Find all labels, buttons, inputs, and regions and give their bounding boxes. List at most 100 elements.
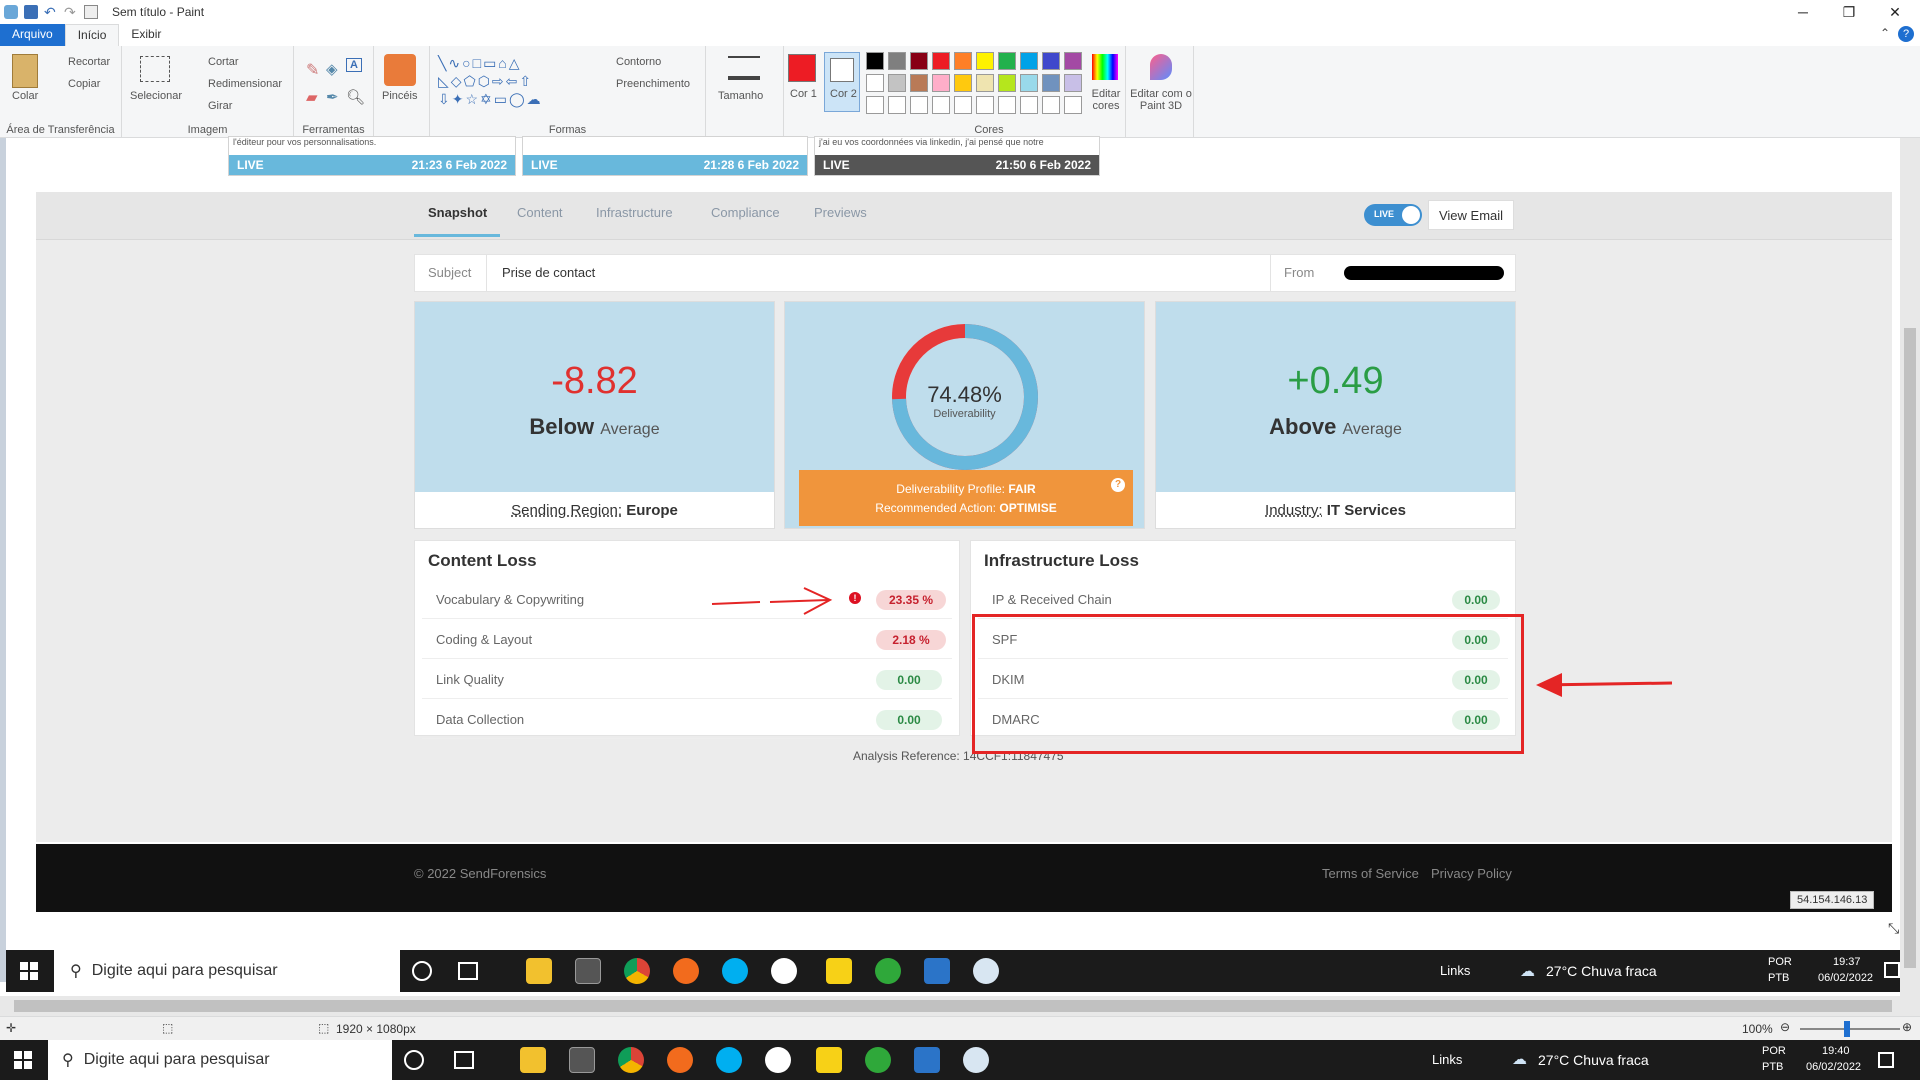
resize-handle-icon[interactable]: ⤡ xyxy=(1888,920,1899,937)
view-email-button[interactable]: View Email xyxy=(1428,200,1514,230)
palette-swatch[interactable] xyxy=(910,74,928,92)
utorrent-icon[interactable] xyxy=(865,1047,891,1073)
redo-icon[interactable]: ↷ xyxy=(64,5,78,19)
zoom-out-icon[interactable]: ⊖ xyxy=(1780,1020,1790,1034)
live-card[interactable]: l'éditeur pour vos personnalisations. LI… xyxy=(228,136,516,176)
paste-button[interactable]: Colar xyxy=(12,90,38,102)
restore-button[interactable]: ❐ xyxy=(1826,0,1872,24)
palette-swatch[interactable] xyxy=(976,52,994,70)
shapes-gallery[interactable]: ╲∿○□▭⌂△ ◺◇⬠⬡⇨⇦⇧ ⇩✦☆✡▭◯☁ xyxy=(438,54,588,110)
brush-icon[interactable] xyxy=(384,54,416,86)
inner-photos-icon[interactable] xyxy=(924,958,950,984)
tab-content[interactable]: Content xyxy=(517,205,563,220)
cut-button[interactable]: Recortar xyxy=(68,56,110,68)
palette-swatch-empty[interactable] xyxy=(866,96,884,114)
edit-colors-icon[interactable] xyxy=(1092,54,1118,80)
palette-swatch[interactable] xyxy=(1042,74,1060,92)
size-button[interactable]: Tamanho xyxy=(718,90,763,102)
magnifier-icon[interactable]: 🔍︎ xyxy=(346,88,365,106)
content-loss-row[interactable]: Data Collection xyxy=(422,700,952,739)
sticky-notes-icon[interactable] xyxy=(816,1047,842,1073)
notification-icon[interactable] xyxy=(1878,1052,1894,1068)
size-icon[interactable] xyxy=(728,56,760,80)
close-button[interactable]: ✕ xyxy=(1872,0,1918,24)
inner-search-box[interactable]: ⚲ Digite aqui para pesquisar xyxy=(54,950,400,992)
inner-date[interactable]: 06/02/2022 xyxy=(1818,972,1873,984)
inner-paint-icon[interactable] xyxy=(973,958,999,984)
palette-swatch-empty[interactable] xyxy=(910,96,928,114)
collapse-ribbon-icon[interactable]: ⌃ xyxy=(1880,26,1890,40)
palette-swatch[interactable] xyxy=(976,74,994,92)
content-loss-row[interactable]: Vocabulary & Copywriting xyxy=(422,580,952,619)
paint-icon[interactable] xyxy=(963,1047,989,1073)
inner-kbd[interactable]: PTB xyxy=(1768,972,1789,984)
inner-avast-icon[interactable] xyxy=(673,958,699,984)
vertical-scroll-thumb[interactable] xyxy=(1904,328,1916,968)
text-icon[interactable]: A xyxy=(346,58,362,72)
palette-swatch[interactable] xyxy=(1064,52,1082,70)
outline-button[interactable]: Contorno xyxy=(616,56,661,68)
terms-link[interactable]: Terms of Service xyxy=(1322,866,1419,881)
taskview-icon[interactable] xyxy=(454,1051,474,1069)
palette-swatch[interactable] xyxy=(998,74,1016,92)
inner-links-label[interactable]: Links xyxy=(1440,963,1470,978)
resize-button[interactable]: Redimensionar xyxy=(208,78,282,90)
paste-icon[interactable] xyxy=(12,54,38,88)
info-icon[interactable]: ? xyxy=(1111,478,1125,492)
paint3d-icon[interactable] xyxy=(1150,54,1172,80)
avast-icon[interactable] xyxy=(667,1047,693,1073)
palette-swatch-empty[interactable] xyxy=(1020,96,1038,114)
edit-colors-button[interactable]: Editar cores xyxy=(1088,88,1124,112)
color1-swatch[interactable] xyxy=(788,54,816,82)
select-icon[interactable] xyxy=(140,56,170,82)
palette-swatch-empty[interactable] xyxy=(1064,96,1082,114)
inner-start-icon[interactable] xyxy=(20,962,38,980)
palette-swatch[interactable] xyxy=(932,52,950,70)
palette-swatch[interactable] xyxy=(910,52,928,70)
select-button[interactable]: Selecionar xyxy=(130,90,182,102)
vertical-scrollbar[interactable] xyxy=(1900,138,1920,996)
pencil-icon[interactable]: ✎ xyxy=(306,60,319,80)
rotate-button[interactable]: Girar xyxy=(208,100,232,112)
kbd[interactable]: PTB xyxy=(1762,1061,1783,1073)
privacy-link[interactable]: Privacy Policy xyxy=(1431,866,1512,881)
palette-swatch[interactable] xyxy=(1020,74,1038,92)
fill-icon[interactable]: ◈ xyxy=(326,60,338,78)
zoom-slider-thumb[interactable] xyxy=(1844,1021,1850,1037)
palette-swatch[interactable] xyxy=(888,74,906,92)
copy-button[interactable]: Copiar xyxy=(68,78,100,90)
clock-time[interactable]: 19:40 xyxy=(1822,1045,1850,1057)
palette-swatch[interactable] xyxy=(954,52,972,70)
zoom-in-icon[interactable]: ⊕ xyxy=(1902,1020,1912,1034)
tab-compliance[interactable]: Compliance xyxy=(711,205,780,220)
live-card[interactable]: j'ai eu vos coordonnées via linkedin, j'… xyxy=(814,136,1100,176)
help-icon[interactable]: ? xyxy=(1898,26,1914,42)
weather[interactable]: 27°C Chuva fraca xyxy=(1538,1052,1649,1068)
paint3d-button[interactable]: Editar com o Paint 3D xyxy=(1130,88,1192,112)
live-toggle[interactable]: LIVE xyxy=(1364,204,1422,226)
undo-icon[interactable]: ↶ xyxy=(44,5,58,19)
inner-lang[interactable]: POR xyxy=(1768,956,1792,968)
eraser-icon[interactable]: ▰ xyxy=(306,88,318,106)
palette-swatch-empty[interactable] xyxy=(976,96,994,114)
inner-mail-icon[interactable] xyxy=(771,958,797,984)
palette-swatch[interactable] xyxy=(1064,74,1082,92)
clock-date[interactable]: 06/02/2022 xyxy=(1806,1061,1861,1073)
content-loss-row[interactable]: Link Quality xyxy=(422,660,952,699)
tab-arquivo[interactable]: Arquivo xyxy=(0,24,65,46)
color2-swatch[interactable] xyxy=(830,58,854,82)
start-icon[interactable] xyxy=(14,1051,32,1069)
inner-skype-icon[interactable] xyxy=(722,958,748,984)
horizontal-scroll-thumb[interactable] xyxy=(14,1000,1892,1012)
photos-icon[interactable] xyxy=(914,1047,940,1073)
inner-weather[interactable]: 27°C Chuva fraca xyxy=(1546,963,1657,979)
palette-swatch[interactable] xyxy=(954,74,972,92)
palette-swatch-empty[interactable] xyxy=(954,96,972,114)
search-box[interactable]: ⚲ Digite aqui para pesquisar xyxy=(48,1040,392,1080)
inner-explorer-icon[interactable] xyxy=(526,958,552,984)
minimize-button[interactable]: ─ xyxy=(1780,0,1826,24)
lang[interactable]: POR xyxy=(1762,1045,1786,1057)
tab-previews[interactable]: Previews xyxy=(814,205,867,220)
palette-swatch[interactable] xyxy=(888,52,906,70)
inner-time[interactable]: 19:37 xyxy=(1833,956,1861,968)
